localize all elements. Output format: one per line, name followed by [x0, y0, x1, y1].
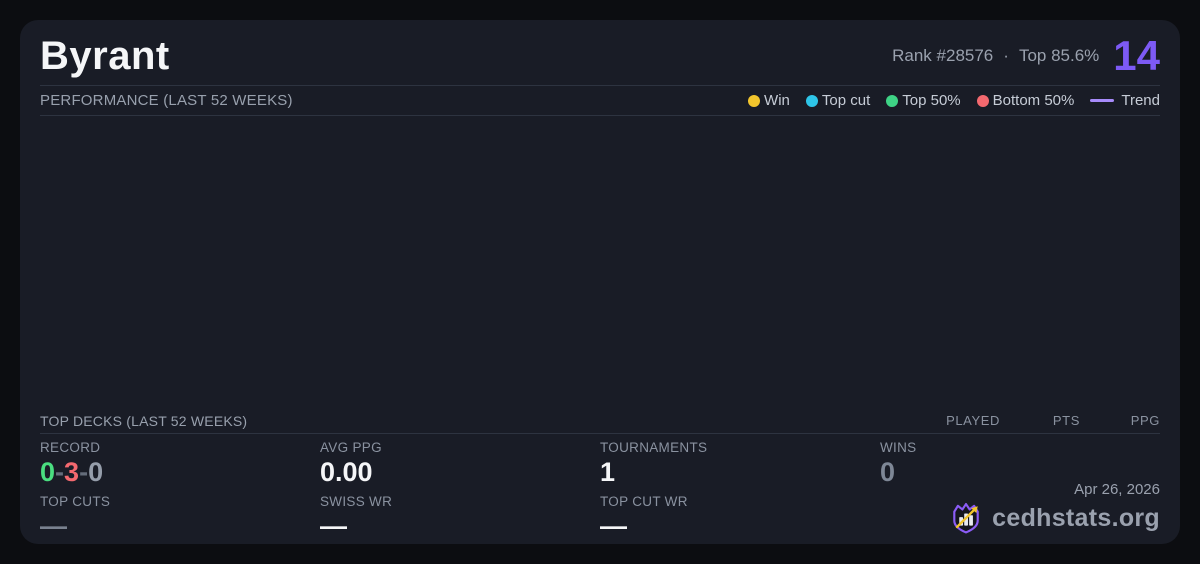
legend-label: Win [764, 92, 790, 109]
stat-avg-ppg: AVG PPG 0.00 [320, 440, 600, 489]
record-separator: - [79, 457, 88, 487]
top-decks-columns: PLAYED PTS PPG [920, 413, 1160, 428]
top-cuts-value: — [40, 511, 320, 543]
record-losses: 3 [64, 457, 79, 487]
stat-label: TOURNAMENTS [600, 440, 880, 455]
page-title: Byrant [40, 36, 170, 76]
legend-label: Trend [1121, 92, 1160, 109]
legend-item-bottom-50: Bottom 50% [977, 92, 1075, 109]
rating-value: 14 [1113, 35, 1160, 77]
column-header-pts: PTS [1000, 413, 1080, 428]
rank-number: Rank #28576 [892, 46, 993, 66]
chart-legend: Win Top cut Top 50% Bottom 50% Trend [748, 92, 1160, 109]
date-label: Apr 26, 2026 [1074, 481, 1160, 498]
card-header: Byrant Rank #28576 · Top 85.6% 14 [40, 20, 1160, 85]
top-50-dot-icon [886, 95, 898, 107]
rank-summary: Rank #28576 · Top 85.6% 14 [892, 35, 1160, 77]
record-draws: 0 [88, 457, 103, 487]
stat-label: RECORD [40, 440, 320, 455]
legend-item-top-50: Top 50% [886, 92, 960, 109]
win-dot-icon [748, 95, 760, 107]
stat-top-cuts: TOP CUTS — [40, 494, 320, 543]
top-cut-dot-icon [806, 95, 818, 107]
stat-tournaments: TOURNAMENTS 1 [600, 440, 880, 489]
record-wins: 0 [40, 457, 55, 487]
avg-ppg-value: 0.00 [320, 457, 600, 489]
stat-top-cut-wr: TOP CUT WR — [600, 494, 880, 543]
stat-record: RECORD 0-3-0 [40, 440, 320, 489]
legend-item-trend: Trend [1090, 92, 1160, 109]
legend-label: Top cut [822, 92, 870, 109]
column-header-played: PLAYED [920, 413, 1000, 428]
stat-label: AVG PPG [320, 440, 600, 455]
stat-label: TOP CUT WR [600, 494, 880, 509]
brand-link[interactable]: cedhstats.org [948, 500, 1160, 536]
trend-line-icon [1090, 99, 1114, 102]
swiss-wr-value: — [320, 511, 600, 543]
record-separator: - [55, 457, 64, 487]
stats-region: RECORD 0-3-0 AVG PPG 0.00 TOURNAMENTS 1 … [40, 434, 1160, 544]
stat-label: SWISS WR [320, 494, 600, 509]
cedhstats-logo-icon [948, 500, 984, 536]
rank-percentile: Top 85.6% [1019, 46, 1099, 66]
legend-label: Bottom 50% [993, 92, 1075, 109]
legend-item-win: Win [748, 92, 790, 109]
top-decks-section-title: TOP DECKS (LAST 52 WEEKS) [40, 413, 247, 429]
tournaments-value: 1 [600, 457, 880, 489]
stat-label: WINS [880, 440, 1160, 455]
performance-section-header: PERFORMANCE (LAST 52 WEEKS) Win Top cut … [40, 85, 1160, 116]
card-footer: Apr 26, 2026 cedhstats.org [948, 481, 1160, 536]
stat-swiss-wr: SWISS WR — [320, 494, 600, 543]
top-cut-wr-value: — [600, 511, 880, 543]
bottom-50-dot-icon [977, 95, 989, 107]
legend-item-top-cut: Top cut [806, 92, 870, 109]
rank-separator: · [1003, 46, 1009, 66]
stat-label: TOP CUTS [40, 494, 320, 509]
legend-label: Top 50% [902, 92, 960, 109]
rank-line: Rank #28576 · Top 85.6% [892, 46, 1099, 66]
stats-card: Byrant Rank #28576 · Top 85.6% 14 PERFOR… [20, 20, 1180, 544]
column-header-ppg: PPG [1080, 413, 1160, 428]
top-decks-section-header: TOP DECKS (LAST 52 WEEKS) PLAYED PTS PPG [40, 408, 1160, 434]
performance-chart [40, 116, 1160, 408]
record-value: 0-3-0 [40, 457, 320, 489]
performance-section-title: PERFORMANCE (LAST 52 WEEKS) [40, 92, 293, 109]
brand-name: cedhstats.org [992, 504, 1160, 533]
